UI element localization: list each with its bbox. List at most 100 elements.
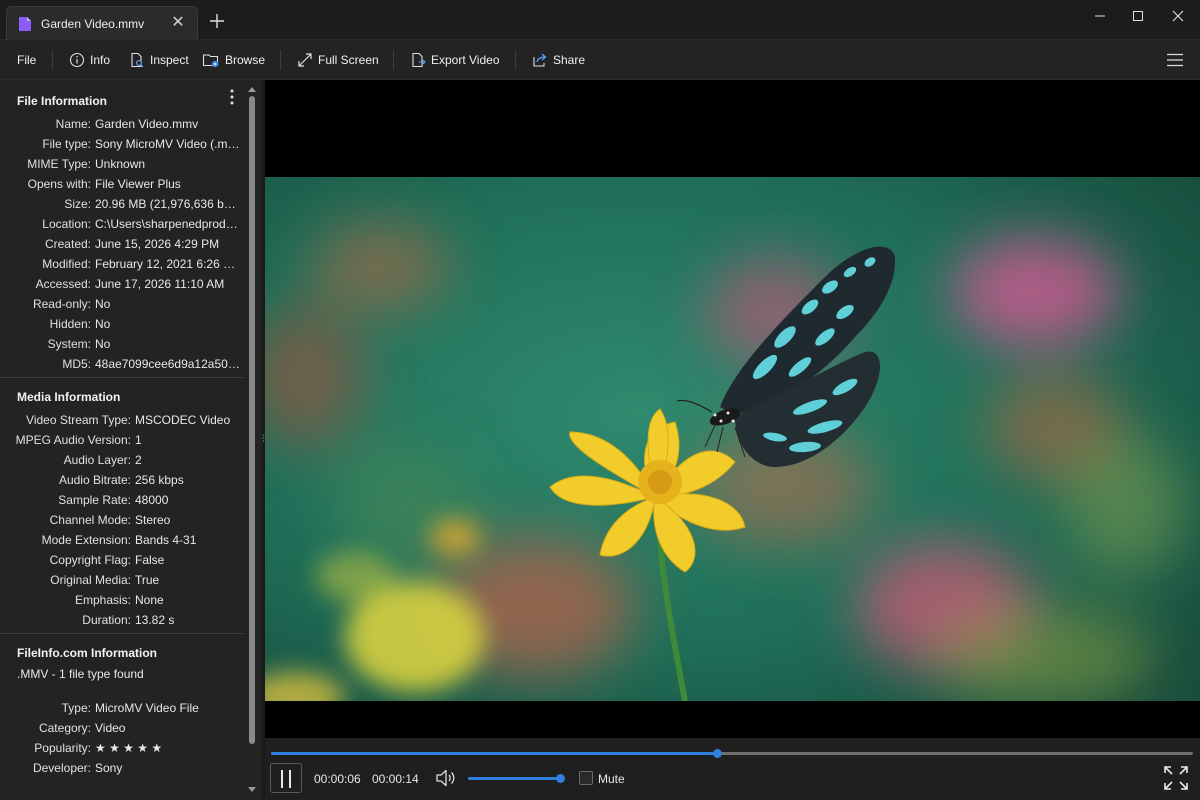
close-tab-icon[interactable]: ✕ xyxy=(169,14,187,32)
pause-button[interactable] xyxy=(270,763,302,793)
file-info-row-label: Hidden: xyxy=(49,317,91,331)
full-screen-button[interactable]: Full Screen xyxy=(297,51,379,69)
pause-icon xyxy=(289,770,291,788)
media-info-row-label: Audio Bitrate: xyxy=(58,473,131,487)
file-info-row-label: Modified: xyxy=(42,257,91,271)
media-info-row-value: 256 kbps xyxy=(135,473,184,487)
file-info-row-value: No xyxy=(95,317,111,331)
total-time: 00:00:14 xyxy=(372,772,419,786)
file-info-row-value: C:\Users\sharpenedproductions\Videos xyxy=(95,217,241,231)
media-info-row-value: None xyxy=(135,593,164,607)
media-info-row-label: Sample Rate: xyxy=(58,493,131,507)
scroll-up-arrow-icon[interactable] xyxy=(248,86,256,92)
media-info-row-value: 13.82 s xyxy=(135,613,175,627)
file-info-row-label: MIME Type: xyxy=(27,157,91,171)
inspect-label: Inspect xyxy=(150,53,189,67)
fileinfo-com-row-label: Developer: xyxy=(32,761,91,775)
volume-handle[interactable] xyxy=(556,774,565,783)
file-info-row-label: Created: xyxy=(44,237,91,251)
media-info-row-value: Stereo xyxy=(135,513,171,527)
media-info-row-label: Audio Layer: xyxy=(63,453,131,467)
file-menu-button[interactable]: File xyxy=(17,51,36,69)
sidebar-scroll-thumb[interactable] xyxy=(249,96,255,744)
file-info-row-label: Name: xyxy=(55,117,91,131)
inspect-icon xyxy=(131,52,144,68)
hamburger-menu-icon[interactable] xyxy=(1166,53,1184,67)
video-frame xyxy=(265,177,1200,701)
share-button[interactable]: Share xyxy=(532,51,585,69)
media-info-row-value: 2 xyxy=(135,453,142,467)
file-info-row-label: File type: xyxy=(42,137,91,151)
file-info-row-value: Garden Video.mmv xyxy=(95,117,199,131)
browse-label: Browse xyxy=(225,53,266,67)
toolbar: File Info Inspect Browse Full Screen Exp… xyxy=(0,40,1200,80)
media-info-row-label: MPEG Audio Version: xyxy=(15,433,131,447)
media-info-row-value: False xyxy=(135,553,165,567)
file-type-summary: .MMV - 1 file type found xyxy=(17,667,144,681)
video-viewport[interactable] xyxy=(265,80,1200,738)
seek-bar[interactable] xyxy=(271,749,1193,758)
share-icon xyxy=(533,53,547,67)
close-window-icon[interactable] xyxy=(1164,6,1192,26)
media-info-row-label: Emphasis: xyxy=(74,593,131,607)
info-icon xyxy=(69,52,85,68)
player-controls: 00:00:06 00:00:14 Mute xyxy=(265,738,1200,800)
file-info-row-value: June 15, 2026 4:29 PM xyxy=(95,237,220,251)
more-options-icon[interactable] xyxy=(230,89,234,105)
toolbar-divider xyxy=(52,50,53,70)
inspect-button[interactable]: Inspect xyxy=(129,51,189,69)
fileinfo-com-row-value: MicroMV Video File xyxy=(95,701,199,715)
media-info-row-label: Copyright Flag: xyxy=(49,553,131,567)
scroll-down-arrow-icon[interactable] xyxy=(248,787,256,793)
media-info-row-value: Bands 4-31 xyxy=(135,533,197,547)
file-info-row-value: February 12, 2021 6:26 PM xyxy=(95,257,241,271)
browse-button[interactable]: Browse xyxy=(202,51,265,69)
media-info-row-value: True xyxy=(135,573,160,587)
full-screen-label: Full Screen xyxy=(318,53,379,67)
seek-bar-handle[interactable] xyxy=(713,749,723,758)
section-divider xyxy=(0,633,244,634)
fullscreen-toggle-icon[interactable] xyxy=(1163,765,1189,791)
current-time: 00:00:06 xyxy=(314,772,361,786)
file-info-row-value: 20.96 MB (21,976,636 bytes) xyxy=(95,197,241,211)
title-bar: Garden Video.mmv ✕ xyxy=(0,0,1200,40)
media-info-row-label: Mode Extension: xyxy=(41,533,131,547)
fileinfo-com-title: FileInfo.com Information xyxy=(17,646,157,660)
volume-slider[interactable] xyxy=(468,774,565,783)
export-video-label: Export Video xyxy=(431,53,500,67)
minimize-icon[interactable] xyxy=(1086,6,1114,26)
info-button[interactable]: Info xyxy=(69,51,110,69)
fileinfo-com-row-value: ★ ★ ★ ★ ★ xyxy=(95,741,163,755)
full-screen-icon xyxy=(298,53,312,67)
media-info-row-label: Duration: xyxy=(82,613,131,627)
media-info-row-label: Video Stream Type: xyxy=(26,413,131,427)
tab-title: Garden Video.mmv xyxy=(41,16,145,31)
file-info-row-value: File Viewer Plus xyxy=(95,177,181,191)
file-information-title: File Information xyxy=(17,94,107,108)
file-info-row-value: Unknown xyxy=(95,157,146,171)
volume-level xyxy=(468,777,562,780)
media-info-row-value: 48000 xyxy=(135,493,169,507)
info-label: Info xyxy=(90,53,111,67)
export-video-button[interactable]: Export Video xyxy=(410,51,500,69)
file-info-row-label: Opens with: xyxy=(27,177,91,191)
maximize-icon[interactable] xyxy=(1124,6,1152,26)
fileinfo-com-row-value: Video xyxy=(95,721,126,735)
fileinfo-com-row-label: Type: xyxy=(61,701,91,715)
fileinfo-com-row-label: Category: xyxy=(38,721,91,735)
seek-bar-progress xyxy=(271,752,718,755)
file-info-row-label: System: xyxy=(47,337,91,351)
media-info-row-label: Channel Mode: xyxy=(49,513,131,527)
file-menu-label: File xyxy=(17,53,37,67)
file-info-row-value: June 17, 2026 11:10 AM xyxy=(95,277,225,291)
tab-garden-video[interactable]: Garden Video.mmv ✕ xyxy=(6,6,198,40)
media-info-row-value: 1 xyxy=(135,433,142,447)
new-tab-icon[interactable] xyxy=(206,10,228,32)
file-info-row-value: No xyxy=(95,337,111,351)
file-info-row-value: Sony MicroMV Video (.mmv) xyxy=(95,137,241,151)
file-info-row-label: Read-only: xyxy=(32,297,91,311)
video-file-icon xyxy=(19,16,31,31)
volume-icon[interactable] xyxy=(435,767,457,789)
mute-checkbox[interactable] xyxy=(579,771,593,785)
fileinfo-com-row-label: Popularity: xyxy=(34,741,91,755)
